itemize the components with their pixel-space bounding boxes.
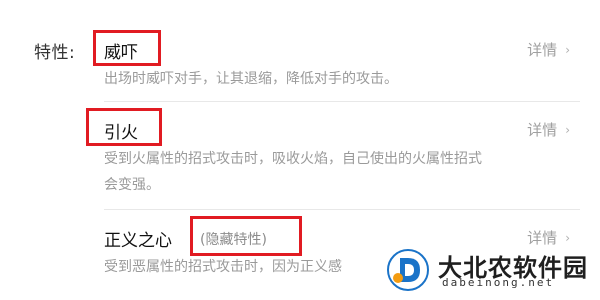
details-label: 详情 bbox=[527, 41, 558, 59]
chevron-right-icon: › bbox=[565, 122, 570, 137]
divider bbox=[104, 101, 580, 102]
details-label: 详情 bbox=[527, 121, 558, 139]
watermark-domain: dabeinong.net bbox=[442, 276, 555, 289]
ability-name: 正义之心 bbox=[104, 231, 172, 251]
chevron-right-icon: › bbox=[565, 230, 570, 245]
highlight-box bbox=[93, 30, 161, 66]
details-link[interactable]: 详情 › bbox=[527, 119, 570, 140]
ability-description-line: 会变强。 bbox=[104, 177, 160, 193]
ability-description-line: 受到火属性的招式攻击时，吸收火焰，自己使出的火属性招式 bbox=[104, 151, 482, 167]
ability-description: 出场时威吓对手，让其退缩，降低对手的攻击。 bbox=[104, 66, 580, 92]
ability-item-intimidate[interactable]: 威吓 详情 › 出场时威吓对手，让其退缩，降低对手的攻击。 bbox=[92, 30, 580, 98]
chevron-right-icon: › bbox=[565, 42, 570, 57]
d-logo-icon bbox=[387, 249, 429, 291]
highlight-box bbox=[190, 216, 302, 256]
ability-panel: 特性: 威吓 详情 › 出场时威吓对手，让其退缩，降低对手的攻击。 引火 详情 … bbox=[0, 0, 600, 300]
highlight-box bbox=[86, 108, 162, 146]
watermark: 大北农软件园 dabeinong.net bbox=[386, 244, 596, 296]
details-link[interactable]: 详情 › bbox=[527, 39, 570, 60]
divider bbox=[104, 209, 580, 210]
ability-description: 受到火属性的招式攻击时，吸收火焰，自己使出的火属性招式 会变强。 bbox=[104, 146, 580, 198]
ability-section-label: 特性: bbox=[34, 43, 76, 63]
ability-item-flash-fire[interactable]: 引火 详情 › 受到火属性的招式攻击时，吸收火焰，自己使出的火属性招式 会变强。 bbox=[92, 108, 580, 208]
ability-description-line: 出场时威吓对手，让其退缩，降低对手的攻击。 bbox=[104, 71, 398, 87]
